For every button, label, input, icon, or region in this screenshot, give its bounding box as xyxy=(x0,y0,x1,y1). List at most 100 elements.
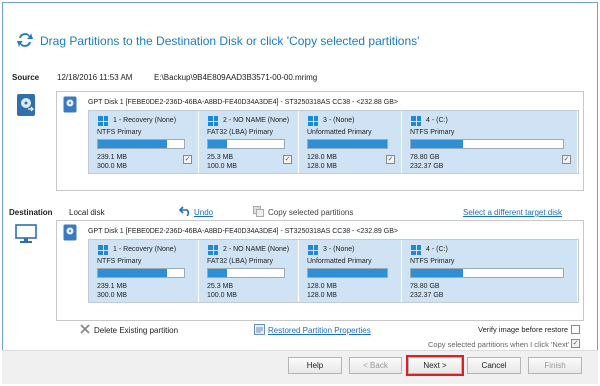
destination-partition-map: 1 - Recovery (None) NTFS Primary 239.1 MB 3… xyxy=(88,239,579,303)
partition-filesystem: Unformatted Primary xyxy=(307,129,372,136)
partition-title: 3 - (None) xyxy=(323,246,355,253)
partition-sizes: 78.80 GB 232.37 GB xyxy=(410,282,443,300)
partition-sizes: 239.1 MB 300.0 MB xyxy=(97,153,127,171)
delete-x-icon xyxy=(80,324,90,334)
finish-button[interactable]: Finish xyxy=(528,357,582,374)
partition-total: 232.37 GB xyxy=(410,292,444,299)
partition-usage-fill xyxy=(308,140,387,148)
partition-used: 239.1 MB xyxy=(97,283,127,290)
computer-monitor-icon xyxy=(15,224,37,243)
source-partition-4[interactable]: 4 - (C:) NTFS Primary 78.80 GB 232.37 GB ✓ xyxy=(402,111,578,173)
partition-title: 1 - Recovery (None) xyxy=(113,246,177,253)
partition-used: 25.3 MB xyxy=(207,154,234,161)
source-partition-map: 1 - Recovery (None) NTFS Primary 239.1 MB 3… xyxy=(88,110,579,174)
partition-usage-fill xyxy=(98,269,167,277)
partition-usage-bar xyxy=(307,139,388,149)
source-partition-1[interactable]: 1 - Recovery (None) NTFS Primary 239.1 MB 3… xyxy=(89,111,199,173)
destination-partition-2[interactable]: 2 - NO NAME (None) FAT32 (LBA) Primary 25.… xyxy=(199,240,299,302)
windows-logo-icon xyxy=(208,245,218,255)
partition-filesystem: Unformatted Primary xyxy=(307,258,372,265)
partition-total: 100.0 MB xyxy=(207,163,237,170)
partition-usage-fill xyxy=(411,269,463,277)
delete-partition-option[interactable]: Delete Existing partition xyxy=(94,326,178,335)
partition-sizes: 25.3 MB 100.0 MB xyxy=(207,153,237,171)
partition-usage-bar xyxy=(410,268,564,278)
help-button[interactable]: Help xyxy=(288,357,342,374)
partition-usage-bar xyxy=(97,268,185,278)
destination-partition-4[interactable]: 4 - (C:) NTFS Primary 78.80 GB 232.37 GB xyxy=(402,240,578,302)
windows-logo-icon xyxy=(308,116,318,126)
partition-checkbox[interactable]: ✓ xyxy=(183,155,192,164)
source-partition-2[interactable]: 2 - NO NAME (None) FAT32 (LBA) Primary 25.… xyxy=(199,111,299,173)
partition-filesystem: FAT32 (LBA) Primary xyxy=(207,129,273,136)
partition-checkbox[interactable]: ✓ xyxy=(283,155,292,164)
partition-used: 128.0 MB xyxy=(307,283,337,290)
partition-used: 25.3 MB xyxy=(207,283,234,290)
partition-title: 1 - Recovery (None) xyxy=(113,117,177,124)
local-disk-label: Local disk xyxy=(69,208,105,217)
destination-label: Destination xyxy=(9,208,53,217)
back-button[interactable]: < Back xyxy=(349,357,402,374)
windows-logo-icon xyxy=(411,116,421,126)
copy-when-next-label: Copy selected partitions when I click 'N… xyxy=(428,340,570,349)
restored-partition-properties-link[interactable]: Restored Partition Properties xyxy=(268,326,371,335)
windows-logo-icon xyxy=(411,245,421,255)
partition-total: 128.0 MB xyxy=(307,292,337,299)
partition-checkbox[interactable]: ✓ xyxy=(562,155,571,164)
partition-total: 232.37 GB xyxy=(410,163,444,170)
partition-filesystem: FAT32 (LBA) Primary xyxy=(207,258,273,265)
verify-image-checkbox[interactable] xyxy=(571,325,580,334)
partition-filesystem: NTFS Primary xyxy=(97,258,142,265)
source-date: 12/18/2016 11:53 AM xyxy=(57,73,133,82)
undo-icon[interactable] xyxy=(179,206,192,216)
partition-used: 128.0 MB xyxy=(307,154,337,161)
partition-total: 300.0 MB xyxy=(97,163,127,170)
source-disk-panel: GPT Disk 1 [FEBE0DE2-236D-46BA-A8BD-FE40… xyxy=(56,91,584,191)
verify-image-label: Verify image before restore xyxy=(478,325,569,334)
partition-title: 2 - NO NAME (None) xyxy=(223,117,290,124)
partition-used: 78.80 GB xyxy=(410,154,440,161)
partition-used: 239.1 MB xyxy=(97,154,127,161)
partition-checkbox[interactable]: ✓ xyxy=(386,155,395,164)
partition-filesystem: NTFS Primary xyxy=(97,129,142,136)
hard-disk-icon xyxy=(63,224,77,241)
copy-selected-partitions[interactable]: Copy selected partitions xyxy=(268,208,353,217)
partition-usage-bar xyxy=(97,139,185,149)
partition-total: 100.0 MB xyxy=(207,292,237,299)
partition-usage-bar xyxy=(207,139,285,149)
properties-icon xyxy=(254,324,265,335)
copy-when-next-checkbox[interactable]: ✓ xyxy=(571,339,580,348)
page-title: Drag Partitions to the Destination Disk … xyxy=(40,34,420,48)
destination-partition-1[interactable]: 1 - Recovery (None) NTFS Primary 239.1 MB 3… xyxy=(89,240,199,302)
swap-arrows-icon xyxy=(17,33,33,47)
next-button[interactable]: Next > xyxy=(406,355,464,376)
partition-filesystem: NTFS Primary xyxy=(410,129,455,136)
source-disk-info: GPT Disk 1 [FEBE0DE2-236D-46BA-A8BD-FE40… xyxy=(88,99,398,106)
partition-sizes: 239.1 MB 300.0 MB xyxy=(97,282,127,300)
partition-usage-bar xyxy=(307,268,388,278)
destination-partition-3[interactable]: 3 - (None) Unformatted Primary 128.0 MB 128… xyxy=(299,240,402,302)
partition-used: 78.80 GB xyxy=(410,283,440,290)
partition-sizes: 128.0 MB 128.0 MB xyxy=(307,282,337,300)
destination-disk-panel: GPT Disk 1 [FEBE0DE2-236D-46BA-A8BD-FE40… xyxy=(56,220,584,321)
windows-logo-icon xyxy=(208,116,218,126)
source-partition-3[interactable]: 3 - (None) Unformatted Primary 128.0 MB 128… xyxy=(299,111,402,173)
partition-title: 4 - (C:) xyxy=(426,117,448,124)
windows-logo-icon xyxy=(308,245,318,255)
select-target-disk-link[interactable]: Select a different target disk xyxy=(463,208,562,217)
hard-disk-icon xyxy=(63,96,77,113)
partition-usage-fill xyxy=(411,140,463,148)
partition-sizes: 128.0 MB 128.0 MB xyxy=(307,153,337,171)
cancel-button[interactable]: Cancel xyxy=(467,357,521,374)
partition-title: 4 - (C:) xyxy=(426,246,448,253)
undo-link[interactable]: Undo xyxy=(194,208,213,217)
partition-total: 300.0 MB xyxy=(97,292,127,299)
disk-image-icon xyxy=(17,94,35,116)
partition-usage-fill xyxy=(208,140,227,148)
partition-usage-bar xyxy=(207,268,285,278)
source-label: Source xyxy=(12,73,40,82)
partition-sizes: 78.80 GB 232.37 GB xyxy=(410,153,443,171)
source-path: E:\Backup\9B4E809AAD3B3571-00-00.mrimg xyxy=(154,73,318,82)
windows-logo-icon xyxy=(98,245,108,255)
partition-total: 128.0 MB xyxy=(307,163,337,170)
